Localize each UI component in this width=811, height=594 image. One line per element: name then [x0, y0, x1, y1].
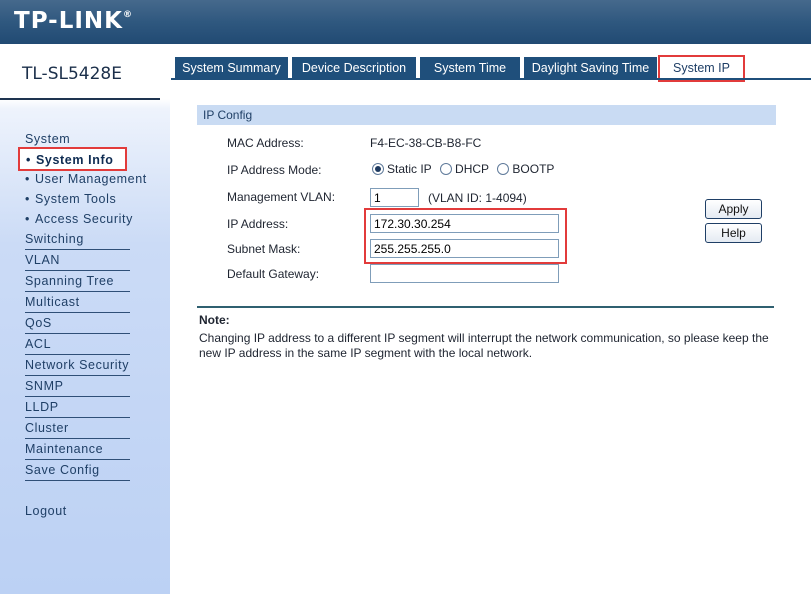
sidebar-item-vlan[interactable]: VLAN — [25, 251, 130, 271]
radio-dhcp[interactable] — [440, 163, 453, 175]
radio-static-ip-label: Static IP — [387, 162, 432, 176]
tab-bar: System Summary Device Description System… — [171, 55, 811, 82]
sidebar-item-user-management[interactable]: • User Management — [25, 170, 147, 188]
sidebar-item-label: User Management — [35, 172, 147, 186]
note-text: Changing IP address to a different IP se… — [199, 331, 769, 360]
sidebar-item-qos[interactable]: QoS — [25, 314, 130, 334]
radio-dhcp-label: DHCP — [455, 162, 490, 176]
default-gateway-label: Default Gateway: — [227, 267, 320, 281]
radio-bootp-label: BOOTP — [512, 162, 555, 176]
radio-bootp[interactable] — [497, 163, 510, 175]
apply-button[interactable]: Apply — [705, 199, 762, 219]
default-gateway-input[interactable] — [370, 264, 559, 283]
ip-address-label: IP Address: — [227, 217, 289, 231]
tab-device-description[interactable]: Device Description — [292, 57, 416, 79]
tab-system-time[interactable]: System Time — [420, 57, 520, 79]
app-root: TP-LINK® TL-SL5428E System • System Info … — [0, 0, 811, 594]
ip-config-header: IP Config — [197, 105, 776, 125]
tab-system-summary[interactable]: System Summary — [175, 57, 288, 79]
logo-text: TP-LINK — [14, 8, 123, 34]
sidebar: TL-SL5428E System • System Info • User Man… — [0, 44, 170, 594]
highlight-box-ip — [364, 208, 567, 264]
help-button[interactable]: Help — [705, 223, 762, 243]
radio-static-ip[interactable] — [372, 163, 384, 175]
management-vlan-label: Management VLAN: — [227, 190, 336, 204]
bullet-icon: • — [25, 192, 30, 206]
management-vlan-input[interactable] — [370, 188, 419, 207]
logout-link[interactable]: Logout — [25, 502, 130, 522]
model-divider — [0, 98, 160, 100]
sidebar-item-access-security[interactable]: • Access Security — [25, 210, 133, 228]
ip-mode-radio-group: Static IP DHCP BOOTP — [372, 162, 559, 176]
sidebar-item-label: System Tools — [35, 192, 117, 206]
sidebar-item-acl[interactable]: ACL — [25, 335, 130, 355]
sidebar-item-lldp[interactable]: LLDP — [25, 398, 130, 418]
sidebar-item-network-security[interactable]: Network Security — [25, 356, 130, 376]
sidebar-item-system-info[interactable]: • System Info — [18, 147, 127, 171]
sidebar-item-multicast[interactable]: Multicast — [25, 293, 130, 313]
bullet-icon: • — [25, 212, 30, 226]
vlan-id-hint: (VLAN ID: 1-4094) — [428, 191, 527, 205]
sidebar-item-system-tools[interactable]: • System Tools — [25, 190, 116, 208]
sidebar-item-switching[interactable]: Switching — [25, 230, 130, 250]
sidebar-item-save-config[interactable]: Save Config — [25, 461, 130, 481]
sidebar-item-label: System Info — [36, 153, 114, 167]
tab-underline — [171, 78, 811, 80]
sidebar-item-cluster[interactable]: Cluster — [25, 419, 130, 439]
device-model: TL-SL5428E — [22, 64, 122, 84]
mac-address-value: F4-EC-38-CB-B8-FC — [370, 136, 482, 150]
top-header: TP-LINK® — [0, 0, 811, 44]
tab-daylight-saving-time[interactable]: Daylight Saving Time — [524, 57, 657, 79]
bullet-icon: • — [26, 153, 31, 167]
tp-link-logo: TP-LINK® — [14, 8, 132, 34]
sidebar-item-maintenance[interactable]: Maintenance — [25, 440, 130, 460]
sidebar-item-snmp[interactable]: SNMP — [25, 377, 130, 397]
subnet-mask-label: Subnet Mask: — [227, 242, 301, 256]
logo-mark: ® — [122, 10, 132, 20]
sidebar-item-label: Access Security — [35, 212, 133, 226]
bullet-icon: • — [25, 172, 30, 186]
sidebar-item-spanning-tree[interactable]: Spanning Tree — [25, 272, 130, 292]
note-title: Note: — [199, 313, 230, 327]
section-divider — [197, 306, 774, 308]
ip-mode-label: IP Address Mode: — [227, 163, 322, 177]
mac-address-label: MAC Address: — [227, 136, 304, 150]
